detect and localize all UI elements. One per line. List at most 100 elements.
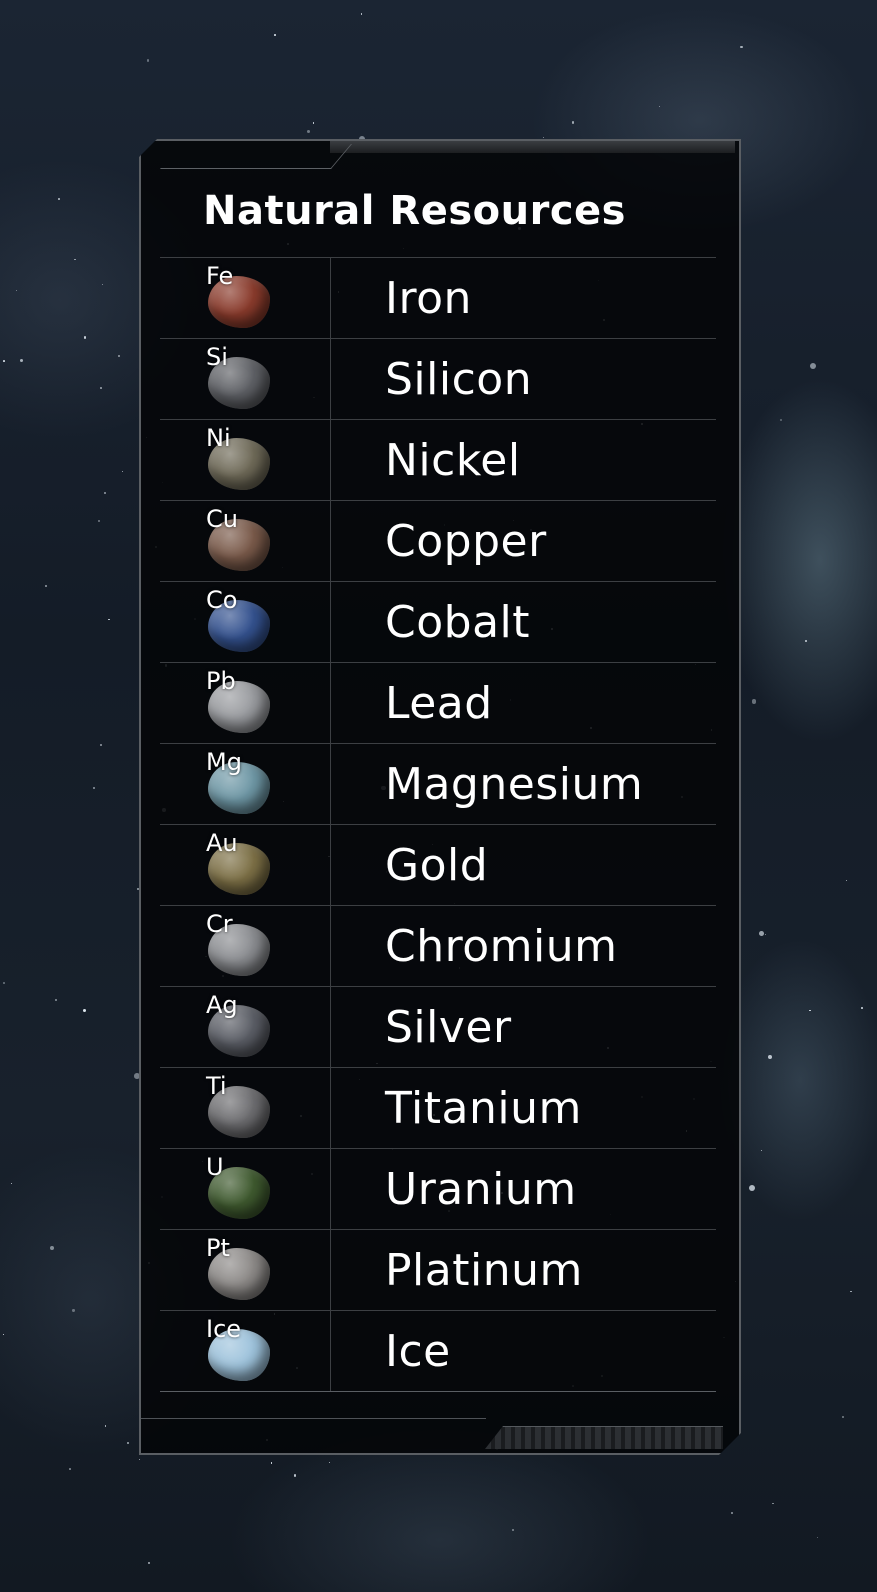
resource-name: Copper: [385, 515, 547, 567]
resource-name: Nickel: [385, 434, 521, 486]
star: [771, 1502, 774, 1505]
resource-icon-cell: U: [160, 1149, 331, 1229]
panel-top-notch-decoration: [160, 144, 352, 169]
panel-title: Natural Resources: [203, 188, 626, 234]
element-symbol: Fe: [206, 262, 234, 290]
star: [764, 934, 766, 936]
star: [809, 362, 816, 369]
resources-table: Fe Iron Si Silicon Ni Nickel Cu Copper Co Cobalt P…: [160, 257, 716, 1392]
element-symbol: Ni: [206, 424, 231, 452]
resource-row[interactable]: Cu Copper: [160, 501, 716, 582]
star: [804, 639, 807, 642]
star: [293, 1474, 296, 1477]
star: [658, 105, 661, 108]
star: [148, 1562, 150, 1564]
resource-row[interactable]: Pt Platinum: [160, 1230, 716, 1311]
star: [758, 931, 764, 936]
star: [104, 1424, 107, 1427]
star: [54, 999, 57, 1002]
star: [751, 699, 757, 705]
star: [20, 359, 24, 363]
star: [273, 34, 276, 36]
resource-name: Silver: [385, 1001, 512, 1053]
element-symbol: Cr: [206, 910, 233, 938]
star: [842, 1416, 845, 1419]
resource-row[interactable]: Ti Titanium: [160, 1068, 716, 1149]
resource-row[interactable]: Fe Iron: [160, 258, 716, 339]
star: [779, 419, 782, 422]
star: [360, 13, 363, 16]
element-symbol: Pt: [206, 1234, 230, 1262]
resource-row[interactable]: Ice Ice: [160, 1311, 716, 1392]
resource-name: Silicon: [385, 353, 533, 405]
star: [846, 879, 848, 881]
star: [127, 1442, 130, 1445]
resource-icon-cell: Mg: [160, 744, 331, 824]
element-symbol: Si: [206, 343, 228, 371]
star: [809, 1009, 811, 1012]
element-symbol: Au: [206, 829, 238, 857]
element-symbol: Ag: [206, 991, 238, 1019]
resource-row[interactable]: Ag Silver: [160, 987, 716, 1068]
resource-row[interactable]: Co Cobalt: [160, 582, 716, 663]
star: [93, 786, 96, 790]
resource-row[interactable]: Si Silicon: [160, 339, 716, 420]
star: [98, 520, 100, 522]
resource-row[interactable]: Pb Lead: [160, 663, 716, 744]
star: [11, 1183, 13, 1185]
element-symbol: Co: [206, 586, 238, 614]
resource-name: Platinum: [385, 1244, 583, 1296]
resource-row[interactable]: Cr Chromium: [160, 906, 716, 987]
star: [817, 1537, 819, 1539]
star: [748, 1184, 756, 1192]
star: [146, 59, 149, 62]
resource-icon-cell: Co: [160, 582, 331, 662]
star: [2, 360, 5, 363]
star: [850, 1290, 852, 1293]
star: [107, 618, 110, 621]
resource-icon-cell: Cr: [160, 906, 331, 986]
star: [84, 336, 87, 339]
resource-name: Titanium: [385, 1082, 582, 1134]
element-symbol: Ice: [206, 1315, 242, 1343]
resource-icon-cell: Cu: [160, 501, 331, 581]
element-symbol: Ti: [206, 1072, 227, 1100]
star: [571, 121, 575, 124]
resource-name: Cobalt: [385, 596, 531, 648]
star: [138, 1458, 141, 1461]
star: [2, 1333, 4, 1336]
star: [768, 1055, 773, 1060]
star: [731, 1511, 733, 1514]
star: [100, 386, 103, 389]
star: [740, 45, 743, 48]
resource-row[interactable]: Au Gold: [160, 825, 716, 906]
resource-row[interactable]: U Uranium: [160, 1149, 716, 1230]
element-symbol: Mg: [206, 748, 242, 776]
resource-icon-cell: Pt: [160, 1230, 331, 1310]
resource-name: Lead: [385, 677, 493, 729]
star: [328, 1462, 330, 1464]
resource-name: Iron: [385, 272, 472, 324]
resource-icon-cell: Si: [160, 339, 331, 419]
resource-name: Ice: [385, 1325, 451, 1377]
resource-name: Uranium: [385, 1163, 577, 1215]
star: [542, 136, 544, 138]
star: [104, 492, 107, 495]
star: [3, 982, 5, 984]
panel-bottom-grille-decoration: [485, 1426, 723, 1449]
panel-top-bar-decoration: [330, 141, 735, 153]
star: [72, 1309, 75, 1312]
star: [69, 1468, 71, 1470]
star: [271, 1462, 273, 1464]
star: [760, 1149, 763, 1152]
resource-name: Chromium: [385, 920, 618, 972]
resource-icon-cell: Ag: [160, 987, 331, 1067]
resource-row[interactable]: Mg Magnesium: [160, 744, 716, 825]
resource-icon-cell: Ice: [160, 1311, 331, 1391]
star: [511, 1529, 514, 1532]
star: [83, 1009, 87, 1013]
resource-icon-cell: Fe: [160, 258, 331, 338]
resource-row[interactable]: Ni Nickel: [160, 420, 716, 501]
resource-icon-cell: Ni: [160, 420, 331, 500]
star: [50, 1245, 55, 1250]
